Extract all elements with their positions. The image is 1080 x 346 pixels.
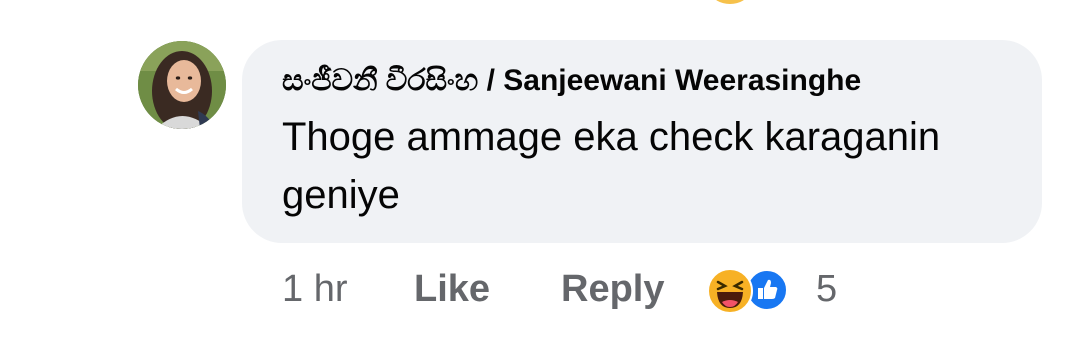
comment-author-name[interactable]: සංජීවනී වීරසිංහ / Sanjeewani Weerasinghe	[282, 64, 861, 98]
reply-button[interactable]: Reply	[561, 264, 664, 314]
reactions-summary[interactable]	[706, 267, 796, 314]
comment-text: Thoge ammage eka check karaganin geniye	[282, 115, 941, 217]
comment-bubble: සංජීවනී වීරසිංහ / Sanjeewani Weerasinghe…	[242, 40, 1042, 243]
comment-timestamp[interactable]: 1 hr	[282, 264, 347, 314]
like-button[interactable]: Like	[414, 264, 490, 314]
comment-thread: සංජීවනී වීරසිංහ / Sanjeewani Weerasinghe…	[0, 0, 1080, 346]
avatar[interactable]	[138, 41, 226, 129]
comment-actions: 1 hr Like Reply 5	[0, 264, 1080, 314]
previous-reaction-icon	[712, 0, 748, 4]
reaction-count[interactable]: 5	[816, 264, 837, 314]
haha-reaction-icon	[707, 268, 753, 314]
avatar-image	[138, 41, 226, 129]
